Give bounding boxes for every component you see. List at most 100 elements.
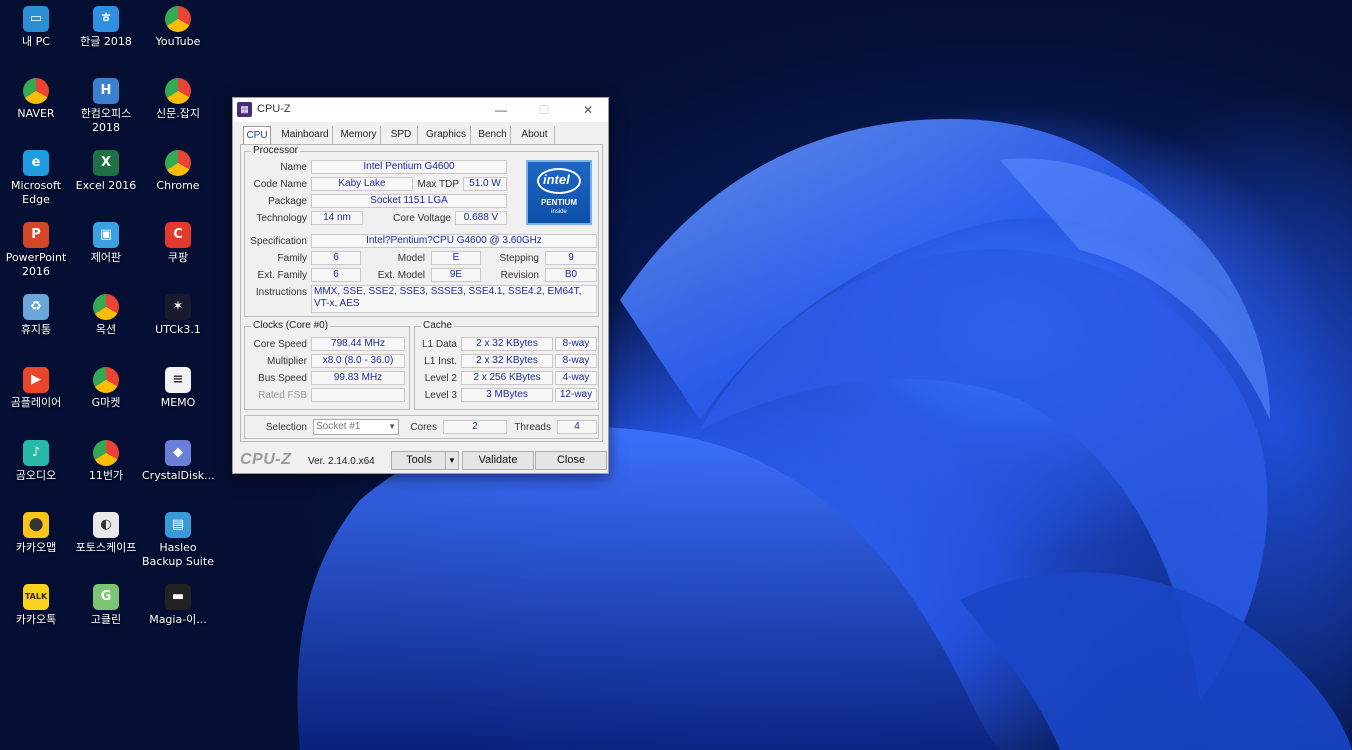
- chrome-icon: [93, 294, 119, 320]
- desktop-icon[interactable]: ▭ 내 PC: [0, 6, 72, 49]
- chrome-icon: [23, 78, 49, 104]
- footer-bar: CPU-Z Ver. 2.14.0.x64 Tools ▼ Validate C…: [233, 448, 608, 472]
- desktop-icon[interactable]: ◐ 포토스케이프: [70, 512, 142, 555]
- selection-label: Selection: [265, 422, 307, 433]
- tools-button[interactable]: Tools: [391, 451, 447, 470]
- desktop-icon[interactable]: TALK 카카오톡: [0, 584, 72, 627]
- busspeed-value: 99.83 MHz: [311, 371, 405, 385]
- desktop-icon[interactable]: H 한컴오피스 2018: [70, 78, 142, 135]
- utck-icon: ✶: [165, 294, 191, 320]
- desktop-icon[interactable]: NAVER: [0, 78, 72, 121]
- gom-player-icon: ▶: [23, 367, 49, 393]
- close-window-button[interactable]: ✕: [575, 100, 601, 120]
- tab-mainboard[interactable]: Mainboard: [278, 126, 333, 144]
- tab-graphics[interactable]: Graphics: [422, 126, 471, 144]
- photoscape-icon: ◐: [93, 512, 119, 538]
- desktop-icon-label: 한글 2018: [80, 35, 132, 48]
- desktop-icon[interactable]: P PowerPoint 2016: [0, 222, 72, 279]
- l1data-label: L1 Data: [421, 339, 457, 350]
- family-label: Family: [277, 253, 307, 264]
- desktop-icon[interactable]: G마켓: [70, 367, 142, 410]
- socket-select[interactable]: Socket #1 ▼: [313, 419, 399, 435]
- powerpoint-icon: P: [23, 222, 49, 248]
- model-label: Model: [397, 253, 425, 264]
- desktop-icon-label: 쿠팡: [167, 251, 189, 264]
- minimize-button[interactable]: —: [488, 100, 514, 120]
- corevoltage-value: 0.688 V: [455, 211, 507, 225]
- family-value: 6: [311, 251, 361, 265]
- desktop-icon[interactable]: ≡ MEMO: [142, 367, 214, 410]
- l2-label: Level 2: [424, 373, 457, 384]
- l1inst-way: 8-way: [555, 354, 597, 368]
- maxtdp-value: 51.0 W: [463, 177, 507, 191]
- desktop-icon[interactable]: ▤ Hasleo Backup Suite: [142, 512, 214, 569]
- processor-group-title: Processor: [251, 145, 301, 156]
- extmodel-value: 9E: [431, 268, 481, 282]
- desktop-icon[interactable]: 11번가: [70, 440, 142, 483]
- threads-value: 4: [557, 420, 597, 434]
- desktop-icon[interactable]: Chrome: [142, 150, 214, 193]
- desktop-icon[interactable]: ▣ 제어판: [70, 222, 142, 265]
- selection-group: Selection Socket #1 ▼ Cores 2 Threads 4: [244, 415, 599, 439]
- desktop-icon-label: 제어판: [90, 251, 122, 264]
- l1inst-label: L1 Inst.: [424, 356, 457, 367]
- tab-memory[interactable]: Memory: [337, 126, 381, 144]
- desktop-icon[interactable]: G 고클린: [70, 584, 142, 627]
- desktop-icon[interactable]: 신문.잡지: [142, 78, 214, 121]
- clocks-group-title: Clocks (Core #0): [251, 320, 331, 331]
- validate-button[interactable]: Validate: [462, 451, 534, 470]
- desktop-icon[interactable]: ㅎ 한글 2018: [70, 6, 142, 49]
- desktop-icon[interactable]: ▶ 곰플레이어: [0, 367, 72, 410]
- corespeed-value: 798.44 MHz: [311, 337, 405, 351]
- maximize-button[interactable]: ☐: [531, 100, 557, 120]
- desktop-icon[interactable]: ⬤ 카카오맵: [0, 512, 72, 555]
- gom-audio-icon: ♪: [23, 440, 49, 466]
- intel-pentium-logo: intel PENTIUM inside: [526, 160, 592, 225]
- l1data-value: 2 x 32 KBytes: [461, 337, 553, 351]
- desktop-icon-label: NAVER: [17, 107, 55, 120]
- package-value: Socket 1151 LGA: [311, 194, 507, 208]
- tab-bench[interactable]: Bench: [475, 126, 511, 144]
- kakao-map-icon: ⬤: [23, 512, 49, 538]
- desktop-icon[interactable]: 옥션: [70, 294, 142, 337]
- desktop-icon-label: Magia-이...: [149, 613, 207, 626]
- desktop-icon-label: Chrome: [156, 179, 200, 192]
- desktop-icon[interactable]: e Microsoft Edge: [0, 150, 72, 207]
- clocks-group: Clocks (Core #0) Core Speed 798.44 MHz M…: [244, 320, 410, 410]
- desktop-icon[interactable]: YouTube: [142, 6, 214, 49]
- chrome-icon: [165, 78, 191, 104]
- close-button[interactable]: Close: [535, 451, 607, 470]
- ratedfsb-value: [311, 388, 405, 402]
- desktop-icon[interactable]: X Excel 2016: [70, 150, 142, 193]
- desktop-icon[interactable]: ✶ UTCk3.1: [142, 294, 214, 337]
- model-value: E: [431, 251, 481, 265]
- desktop-icon[interactable]: ♪ 곰오디오: [0, 440, 72, 483]
- specification-label: Specification: [250, 236, 307, 247]
- tab-about[interactable]: About: [515, 126, 555, 144]
- desktop-icon[interactable]: ◆ CrystalDisk...: [142, 440, 215, 483]
- corespeed-label: Core Speed: [253, 339, 307, 350]
- desktop-icon-label: 곰오디오: [15, 469, 57, 482]
- tools-dropdown-button[interactable]: ▼: [445, 451, 459, 470]
- memo-icon: ≡: [165, 367, 191, 393]
- excel-icon: X: [93, 150, 119, 176]
- desktop-icon-label: 11번가: [88, 469, 124, 482]
- window-title: CPU-Z: [257, 103, 291, 115]
- desktop-icon[interactable]: ▬ Magia-이...: [142, 584, 214, 627]
- desktop-icon-label: UTCk3.1: [155, 323, 201, 336]
- tab-spd[interactable]: SPD: [385, 126, 418, 144]
- desktop-icon[interactable]: C 쿠팡: [142, 222, 214, 265]
- tab-cpu[interactable]: CPU: [243, 126, 271, 144]
- chrome-icon: [93, 367, 119, 393]
- multiplier-label: Multiplier: [266, 356, 307, 367]
- threads-label: Threads: [514, 422, 551, 433]
- revision-label: Revision: [500, 270, 539, 281]
- l3-label: Level 3: [424, 390, 457, 401]
- cache-group-title: Cache: [421, 320, 454, 331]
- desktop-icon-label: 휴지통: [20, 323, 52, 336]
- title-bar[interactable]: ▦ CPU-Z — ☐ ✕: [233, 98, 608, 122]
- l1inst-value: 2 x 32 KBytes: [461, 354, 553, 368]
- desktop-icon[interactable]: ♻ 휴지통: [0, 294, 72, 337]
- chevron-down-icon: ▼: [448, 456, 456, 465]
- cores-value: 2: [443, 420, 507, 434]
